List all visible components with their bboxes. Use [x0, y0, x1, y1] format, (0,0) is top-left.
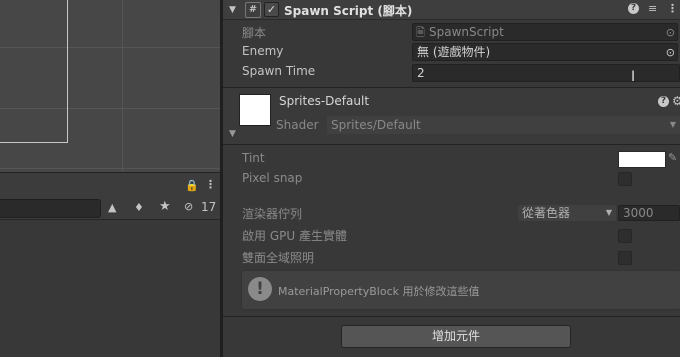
enemy-label: Enemy — [242, 44, 284, 58]
section-divider — [223, 144, 680, 145]
script-field: 🗎 SpawnScript ⊙ — [412, 23, 678, 41]
script-hash-icon: # — [245, 2, 261, 18]
hidden-count: 17 — [201, 200, 217, 214]
shader-dropdown[interactable]: Sprites/Default ▼ — [327, 116, 680, 134]
camera-frame — [0, 0, 68, 143]
more-menu-icon[interactable]: ⋮ — [667, 3, 678, 15]
script-label: 腳本 — [242, 26, 267, 40]
pixel-snap-checkbox[interactable] — [618, 172, 632, 186]
object-picker-icon[interactable]: ⊙ — [666, 44, 675, 61]
hierarchy-tab-bar: 🔒 ⋮ — [0, 172, 220, 199]
search-input[interactable] — [0, 199, 101, 218]
pixel-snap-label: Pixel snap — [242, 171, 303, 185]
info-text: MaterialPropertyBlock 用於修改這些值 — [278, 285, 480, 298]
enemy-field[interactable]: 無 (遊戲物件) ⊙ — [412, 43, 678, 61]
visibility-hidden-icon[interactable]: ⊘ — [184, 201, 193, 213]
info-helpbox: ! MaterialPropertyBlock 用於修改這些值 — [241, 270, 680, 310]
grid-line — [0, 168, 222, 169]
render-queue-mode: 從著色器 — [522, 206, 571, 220]
double-sided-gi-checkbox[interactable] — [618, 251, 632, 265]
add-component-button[interactable]: 增加元件 — [341, 325, 571, 348]
lock-icon[interactable]: 🔒 — [185, 180, 199, 192]
material-preview-swatch — [239, 94, 271, 126]
enemy-value: 無 (遊戲物件) — [417, 45, 491, 59]
foldout-arrow-icon[interactable]: ▼ — [229, 128, 236, 140]
foldout-arrow-icon[interactable]: ▼ — [229, 4, 236, 16]
gpu-instancing-checkbox[interactable] — [618, 229, 632, 243]
label-tag-icon[interactable]: ♦ — [134, 202, 144, 214]
info-warning-icon: ! — [248, 277, 272, 301]
spawn-time-input[interactable]: 2 — [412, 64, 680, 82]
render-queue-mode-dropdown[interactable]: 從著色器 ▼ — [518, 205, 616, 221]
favorites-star-icon[interactable]: ★ — [159, 200, 171, 213]
help-icon[interactable]: ? — [658, 96, 669, 107]
spawn-time-label: Spawn Time — [242, 64, 316, 78]
settings-gear-icon[interactable]: ⚙ — [672, 95, 680, 107]
tint-label: Tint — [242, 151, 265, 165]
grid-line — [122, 0, 123, 172]
preset-sliders-icon[interactable]: ≡ — [648, 3, 657, 15]
script-file-icon: 🗎 — [416, 26, 425, 39]
scene-view[interactable] — [0, 0, 222, 172]
hierarchy-body — [0, 220, 220, 357]
filter-by-type-icon[interactable]: ▲ — [108, 202, 116, 214]
gpu-instancing-label: 啟用 GPU 產生實體 — [242, 229, 347, 243]
tint-color-swatch[interactable] — [618, 151, 666, 168]
script-value: SpawnScript — [429, 25, 504, 39]
render-queue-number: 3000 — [623, 206, 654, 220]
component-title: Spawn Script (腳本) — [284, 4, 413, 18]
text-cursor-icon: I — [631, 69, 636, 85]
double-sided-gi-label: 雙面全域照明 — [242, 251, 315, 265]
enabled-checkbox[interactable]: ✓ — [264, 2, 279, 17]
help-icon[interactable]: ? — [628, 3, 639, 14]
spawn-time-value: 2 — [417, 66, 425, 80]
section-divider — [223, 316, 680, 317]
material-name: Sprites-Default — [279, 94, 370, 108]
eyedropper-icon[interactable]: ✎ — [668, 152, 677, 164]
render-queue-label: 渲染器佇列 — [242, 207, 303, 221]
chevron-down-icon: ▼ — [605, 208, 612, 217]
shader-value: Sprites/Default — [331, 118, 421, 132]
object-picker-icon[interactable]: ⊙ — [666, 24, 675, 41]
more-menu-icon[interactable]: ⋮ — [205, 179, 216, 191]
component-header[interactable]: ▼ # ✓ Spawn Script (腳本) ? ≡ ⋮ — [223, 0, 680, 20]
shader-label: Shader — [276, 118, 319, 132]
render-queue-value[interactable]: 3000 — [618, 205, 680, 221]
chevron-down-icon: ▼ — [669, 120, 676, 129]
